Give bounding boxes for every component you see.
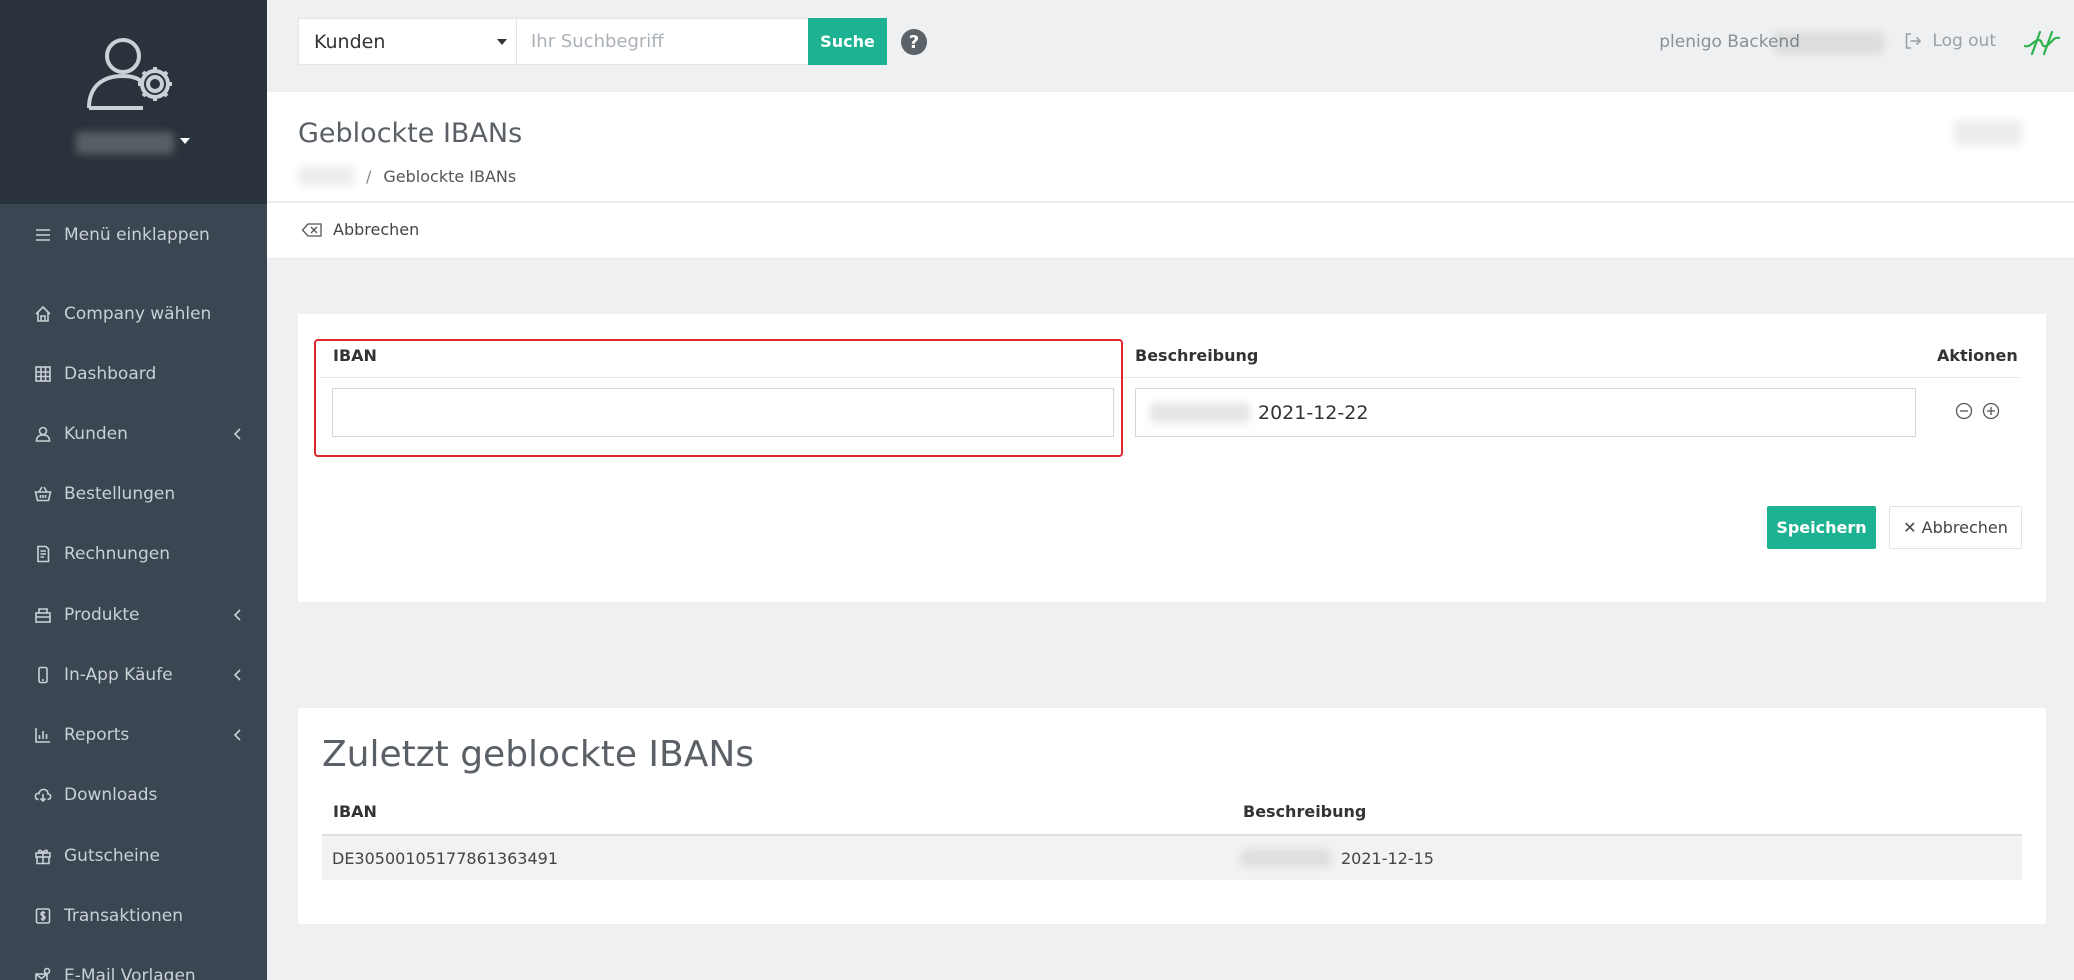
- backspace-icon: [301, 222, 322, 237]
- sidebar-item-label: Dashboard: [64, 364, 157, 384]
- column-header-description: Beschreibung: [1135, 346, 1259, 365]
- chevron-left-icon: [233, 609, 241, 621]
- description-prefix-redacted: [1241, 849, 1331, 867]
- phone-icon: [34, 666, 52, 684]
- sidebar-item-products[interactable]: Produkte: [0, 593, 267, 637]
- cancel-link-label: Abbrechen: [333, 220, 420, 239]
- iban-input[interactable]: [332, 388, 1114, 437]
- recent-column-description: Beschreibung: [1243, 802, 1367, 821]
- grid-icon: [34, 365, 52, 383]
- recent-row-description-value: 2021-12-15: [1341, 848, 1434, 868]
- sidebar-item-label: Kunden: [64, 424, 128, 444]
- sidebar-item-label: Menü einklappen: [64, 225, 210, 245]
- description-prefix-redacted: [1150, 402, 1250, 423]
- backend-user-redacted: [1774, 32, 1884, 54]
- search-button[interactable]: Suche: [808, 18, 887, 65]
- recent-row-description: 2021-12-15: [1241, 849, 1434, 868]
- home-icon: [34, 305, 52, 323]
- column-header-actions: Aktionen: [1937, 346, 2018, 365]
- basket-icon: [34, 485, 52, 503]
- cancel-link[interactable]: Abbrechen: [301, 220, 419, 239]
- save-button[interactable]: Speichern: [1767, 506, 1876, 549]
- help-icon[interactable]: ?: [901, 29, 927, 55]
- remove-row-icon[interactable]: [1955, 402, 1973, 420]
- sidebar-item-email-templates[interactable]: E-Mail Vorlagen: [0, 954, 267, 980]
- table-header-divider: [320, 377, 2020, 378]
- sidebar-item-menu-collapse[interactable]: Menü einklappen: [0, 213, 267, 257]
- sidebar-item-invoices[interactable]: Rechnungen: [0, 532, 267, 576]
- dollar-icon: [34, 907, 52, 925]
- sidebar-item-label: Produkte: [64, 605, 140, 625]
- recent-title: Zuletzt geblockte IBANs: [322, 734, 755, 775]
- cloud-download-icon: [34, 786, 52, 804]
- chevron-left-icon: [233, 428, 241, 440]
- abort-button[interactable]: ✕ Abbrechen: [1889, 506, 2022, 549]
- breadcrumb-current: Geblockte IBANs: [383, 166, 517, 186]
- recent-row-iban: DE30500105177861363491: [332, 848, 559, 868]
- sidebar-item-label: Reports: [64, 725, 130, 745]
- blocked-iban-form: IBAN Beschreibung Aktionen 2021-12-22 Sp…: [298, 314, 2046, 602]
- sidebar-item-label: Bestellungen: [64, 484, 176, 504]
- sidebar-item-in-app[interactable]: In-App Käufe: [0, 653, 267, 697]
- invoice-icon: [34, 545, 52, 563]
- sidebar-item-transactions[interactable]: Transaktionen: [0, 894, 267, 938]
- column-header-iban: IBAN: [333, 346, 377, 365]
- sidebar-item-label: Downloads: [64, 785, 158, 805]
- add-row-icon[interactable]: [1982, 402, 2000, 420]
- logout-icon: [1906, 33, 1922, 49]
- plenigo-logo-icon[interactable]: [2022, 26, 2062, 60]
- search-scope-select[interactable]: Kunden: [298, 18, 517, 65]
- breadcrumb-home-redacted[interactable]: [298, 166, 354, 186]
- description-input[interactable]: 2021-12-22: [1135, 388, 1916, 437]
- action-bar: Abbrechen: [267, 203, 2074, 259]
- logout-label: Log out: [1932, 31, 1996, 51]
- caret-down-icon: [497, 39, 507, 45]
- sidebar-item-label: Transaktionen: [64, 906, 183, 926]
- chevron-left-icon: [233, 669, 241, 681]
- recent-column-iban: IBAN: [333, 802, 377, 821]
- sidebar-item-reports[interactable]: Reports: [0, 713, 267, 757]
- topbar: Kunden Suche ? plenigo Backend Log out: [267, 0, 2074, 92]
- sidebar-item-label: Gutscheine: [64, 846, 161, 866]
- sidebar-item-downloads[interactable]: Downloads: [0, 773, 267, 817]
- search-scope-value: Kunden: [314, 30, 386, 53]
- sidebar: Menü einklappen Company wählen Dashboard…: [0, 0, 267, 980]
- table-row: DE30500105177861363491 2021-12-15: [322, 836, 2022, 880]
- sidebar-profile: [0, 0, 267, 204]
- recent-blocked-ibans: Zuletzt geblockte IBANs IBAN Beschreibun…: [298, 708, 2046, 924]
- description-value: 2021-12-22: [1258, 401, 1369, 424]
- header-action-redacted[interactable]: [1954, 120, 2022, 146]
- sidebar-item-orders[interactable]: Bestellungen: [0, 472, 267, 516]
- breadcrumb-separator: /: [366, 166, 372, 186]
- user-icon: [34, 425, 52, 443]
- sidebar-item-label: Rechnungen: [64, 544, 170, 564]
- breadcrumb: / Geblockte IBANs: [298, 166, 516, 186]
- gift-icon: [34, 847, 52, 865]
- sidebar-item-label: Company wählen: [64, 304, 212, 324]
- sidebar-item-company[interactable]: Company wählen: [0, 292, 267, 336]
- sidebar-item-customers[interactable]: Kunden: [0, 412, 267, 456]
- user-settings-icon: [87, 38, 172, 110]
- chevron-left-icon: [233, 729, 241, 741]
- logout-link[interactable]: Log out: [1904, 31, 1996, 51]
- sidebar-item-label: E-Mail Vorlagen: [64, 966, 196, 980]
- products-icon: [34, 606, 52, 624]
- mail-settings-icon: [34, 967, 52, 980]
- sidebar-item-vouchers[interactable]: Gutscheine: [0, 834, 267, 878]
- chevron-down-icon[interactable]: [180, 138, 190, 144]
- chart-icon: [34, 726, 52, 744]
- search-input[interactable]: [517, 18, 809, 65]
- page-title: Geblockte IBANs: [298, 118, 523, 149]
- profile-name-redacted[interactable]: [76, 132, 174, 154]
- page-header: Geblockte IBANs / Geblockte IBANs: [267, 92, 2074, 202]
- sidebar-item-label: In-App Käufe: [64, 665, 173, 685]
- sidebar-item-dashboard[interactable]: Dashboard: [0, 352, 267, 396]
- menu-icon: [34, 226, 52, 244]
